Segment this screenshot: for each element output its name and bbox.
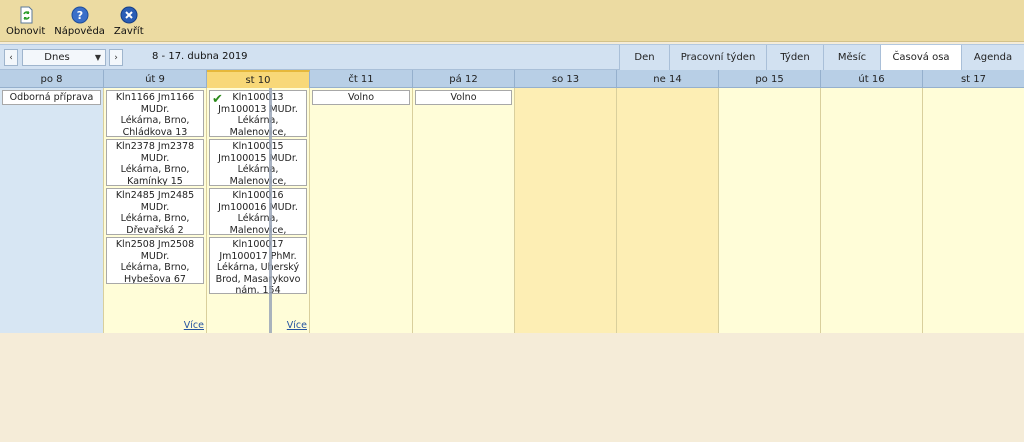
refresh-label: Obnovit <box>6 26 46 37</box>
navigation-bar: ‹ Dnes ▼ › 8 - 17. dubna 2019 Den Pracov… <box>0 44 1024 70</box>
event-item[interactable]: Kln2485 Jm2485 MUDr. Lékárna, Brno, Dřev… <box>106 188 204 235</box>
more-link[interactable]: Více <box>287 320 307 331</box>
event-item[interactable]: Kln100015 Jm100015 MUDr. Lékárna, Maleno… <box>209 139 307 186</box>
next-period-button[interactable]: › <box>109 49 123 66</box>
event-item[interactable]: Volno <box>415 90 512 105</box>
prev-period-button[interactable]: ‹ <box>4 49 18 66</box>
help-icon: ? <box>71 6 89 24</box>
event-item[interactable]: Odborná příprava <box>2 90 101 105</box>
tab-month[interactable]: Měsíc <box>823 45 880 70</box>
day-column[interactable]: Odborná příprava <box>0 88 104 333</box>
event-item[interactable]: Kln100017 Jm100017 PhMr. Lékárna, Uhersk… <box>209 237 307 294</box>
tab-timeline[interactable]: Časová osa <box>880 45 961 70</box>
event-item[interactable]: Volno <box>312 90 410 105</box>
day-header[interactable]: st 17 <box>923 70 1024 88</box>
today-select-value: Dnes <box>44 52 70 63</box>
refresh-button[interactable]: Obnovit <box>6 6 45 37</box>
day-header[interactable]: út 9 <box>104 70 207 88</box>
chevron-right-icon: › <box>114 52 118 63</box>
day-header[interactable]: čt 11 <box>310 70 413 88</box>
tab-week[interactable]: Týden <box>766 45 823 70</box>
day-column-today[interactable]: Kln100013 Jm100013 MUDr. Lékárna, Maleno… <box>207 88 310 333</box>
day-header[interactable]: so 13 <box>515 70 617 88</box>
day-column[interactable] <box>515 88 617 333</box>
refresh-icon <box>20 6 33 24</box>
help-label: Nápověda <box>54 26 105 37</box>
tab-agenda[interactable]: Agenda <box>961 45 1024 70</box>
today-select[interactable]: Dnes ▼ <box>22 49 106 66</box>
day-header[interactable]: út 16 <box>821 70 923 88</box>
day-header[interactable]: pá 12 <box>413 70 515 88</box>
event-item[interactable]: Kln100016 Jm100016 MUDr. Lékárna, Maleno… <box>209 188 307 235</box>
chevron-left-icon: ‹ <box>9 52 13 63</box>
event-item[interactable]: Kln2378 Jm2378 MUDr. Lékárna, Brno, Kamí… <box>106 139 204 186</box>
toolbar: Obnovit ? Nápověda Zavřít <box>0 0 1024 42</box>
day-header[interactable]: po 15 <box>719 70 821 88</box>
chevron-down-icon: ▼ <box>94 53 102 62</box>
day-column[interactable] <box>821 88 923 333</box>
checkmark-icon: ✔ <box>212 92 223 107</box>
help-button[interactable]: ? Nápověda <box>54 6 105 37</box>
day-header-row: po 8 út 9 st 10 čt 11 pá 12 so 13 ne 14 … <box>0 70 1024 88</box>
day-header[interactable]: ne 14 <box>617 70 719 88</box>
day-column[interactable]: Volno <box>413 88 515 333</box>
event-item[interactable]: Kln1166 Jm1166 MUDr. Lékárna, Brno, Chlá… <box>106 90 204 137</box>
svg-text:?: ? <box>76 9 82 22</box>
day-column[interactable]: Volno <box>310 88 413 333</box>
day-header[interactable]: po 8 <box>0 70 104 88</box>
day-column[interactable] <box>923 88 1024 333</box>
tab-work-week[interactable]: Pracovní týden <box>669 45 766 70</box>
close-button[interactable]: Zavřít <box>114 6 144 37</box>
event-item[interactable]: Kln2508 Jm2508 MUDr. Lékárna, Brno, Hybe… <box>106 237 204 284</box>
close-label: Zavřít <box>113 26 144 37</box>
empty-area <box>0 335 1024 442</box>
day-column[interactable] <box>617 88 719 333</box>
view-tabs: Den Pracovní týden Týden Měsíc Časová os… <box>619 45 1024 70</box>
day-header-today[interactable]: st 10 <box>207 70 310 88</box>
close-icon <box>120 6 138 24</box>
calendar-grid: Odborná příprava Kln1166 Jm1166 MUDr. Lé… <box>0 88 1024 333</box>
more-link[interactable]: Více <box>184 320 204 331</box>
current-time-line <box>269 88 272 333</box>
day-column[interactable]: Kln1166 Jm1166 MUDr. Lékárna, Brno, Chlá… <box>104 88 207 333</box>
event-item[interactable]: Kln100013 Jm100013 MUDr. Lékárna, Maleno… <box>209 90 307 137</box>
date-range-label: 8 - 17. dubna 2019 <box>152 51 248 62</box>
day-column[interactable] <box>719 88 821 333</box>
tab-day[interactable]: Den <box>619 45 669 70</box>
